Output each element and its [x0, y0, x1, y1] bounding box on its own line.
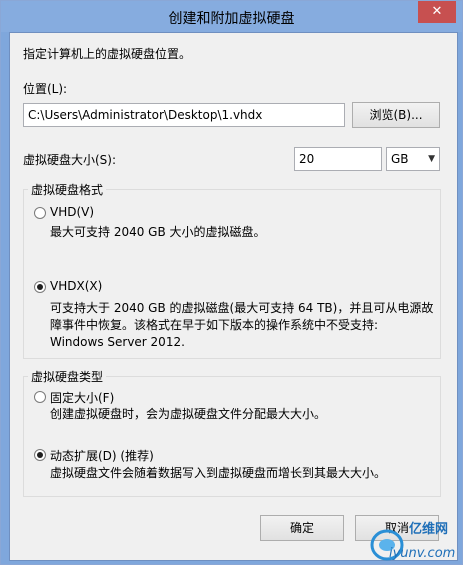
vhdx-description-line-1: 可支持大于 2040 GB 的虚拟磁盘(最大可支持 64 TB)，并且可从电源故	[50, 301, 434, 315]
type-group-title: 虚拟硬盘类型	[28, 368, 107, 385]
intro-text: 指定计算机上的虚拟硬盘位置。	[23, 47, 192, 61]
vhd-radio[interactable]	[34, 207, 46, 219]
vhdx-description-line-3: Windows Server 2012.	[50, 335, 185, 349]
fixed-size-description: 创建虚拟硬盘时，会为虚拟硬盘文件分配最大大小。	[50, 407, 327, 421]
watermark-brand: 亿维网	[409, 521, 448, 537]
vhdx-description-line-2: 障事件中恢复。该格式在早于如下版本的操作系统中不受支持:	[50, 318, 379, 332]
close-button[interactable]: ✕	[418, 1, 456, 23]
format-group-title: 虚拟硬盘格式	[28, 181, 107, 198]
dialog-window: 创建和附加虚拟硬盘 ✕ 指定计算机上的虚拟硬盘位置。 位置(L): C:\Use…	[0, 0, 463, 565]
size-label: 虚拟硬盘大小(S):	[23, 153, 117, 167]
vhd-description: 最大可支持 2040 GB 大小的虚拟磁盘。	[50, 225, 266, 239]
dynamic-label[interactable]: 动态扩展(D) (推荐)	[50, 447, 154, 464]
dynamic-radio[interactable]	[34, 449, 46, 461]
ok-button[interactable]: 确定	[260, 515, 344, 541]
size-input[interactable]: 20	[294, 147, 382, 171]
title-bar[interactable]: 创建和附加虚拟硬盘 ✕	[1, 1, 462, 32]
close-icon: ✕	[431, 4, 443, 19]
site-watermark: 亿维网 iyunv.com	[370, 521, 455, 561]
dynamic-description: 虚拟硬盘文件会随着数据写入到虚拟硬盘而增长到其最大大小。	[50, 466, 387, 480]
fixed-size-label[interactable]: 固定大小(F)	[50, 389, 114, 406]
dialog-body: 指定计算机上的虚拟硬盘位置。 位置(L): C:\Users\Administr…	[9, 32, 458, 561]
vhd-label[interactable]: VHD(V)	[50, 205, 94, 219]
fixed-size-radio[interactable]	[34, 391, 46, 403]
vhdx-radio[interactable]	[34, 281, 46, 293]
location-input[interactable]: C:\Users\Administrator\Desktop\1.vhdx	[23, 103, 345, 127]
watermark-url: iyunv.com	[389, 546, 455, 561]
browse-button[interactable]: 浏览(B)...	[352, 102, 440, 128]
chevron-down-icon: ▼	[428, 154, 435, 164]
size-unit-value: GB	[391, 152, 409, 166]
window-title: 创建和附加虚拟硬盘	[168, 11, 295, 27]
size-unit-select[interactable]: GB ▼	[386, 147, 440, 171]
location-label: 位置(L):	[23, 82, 68, 96]
vhdx-label[interactable]: VHDX(X)	[50, 279, 102, 293]
